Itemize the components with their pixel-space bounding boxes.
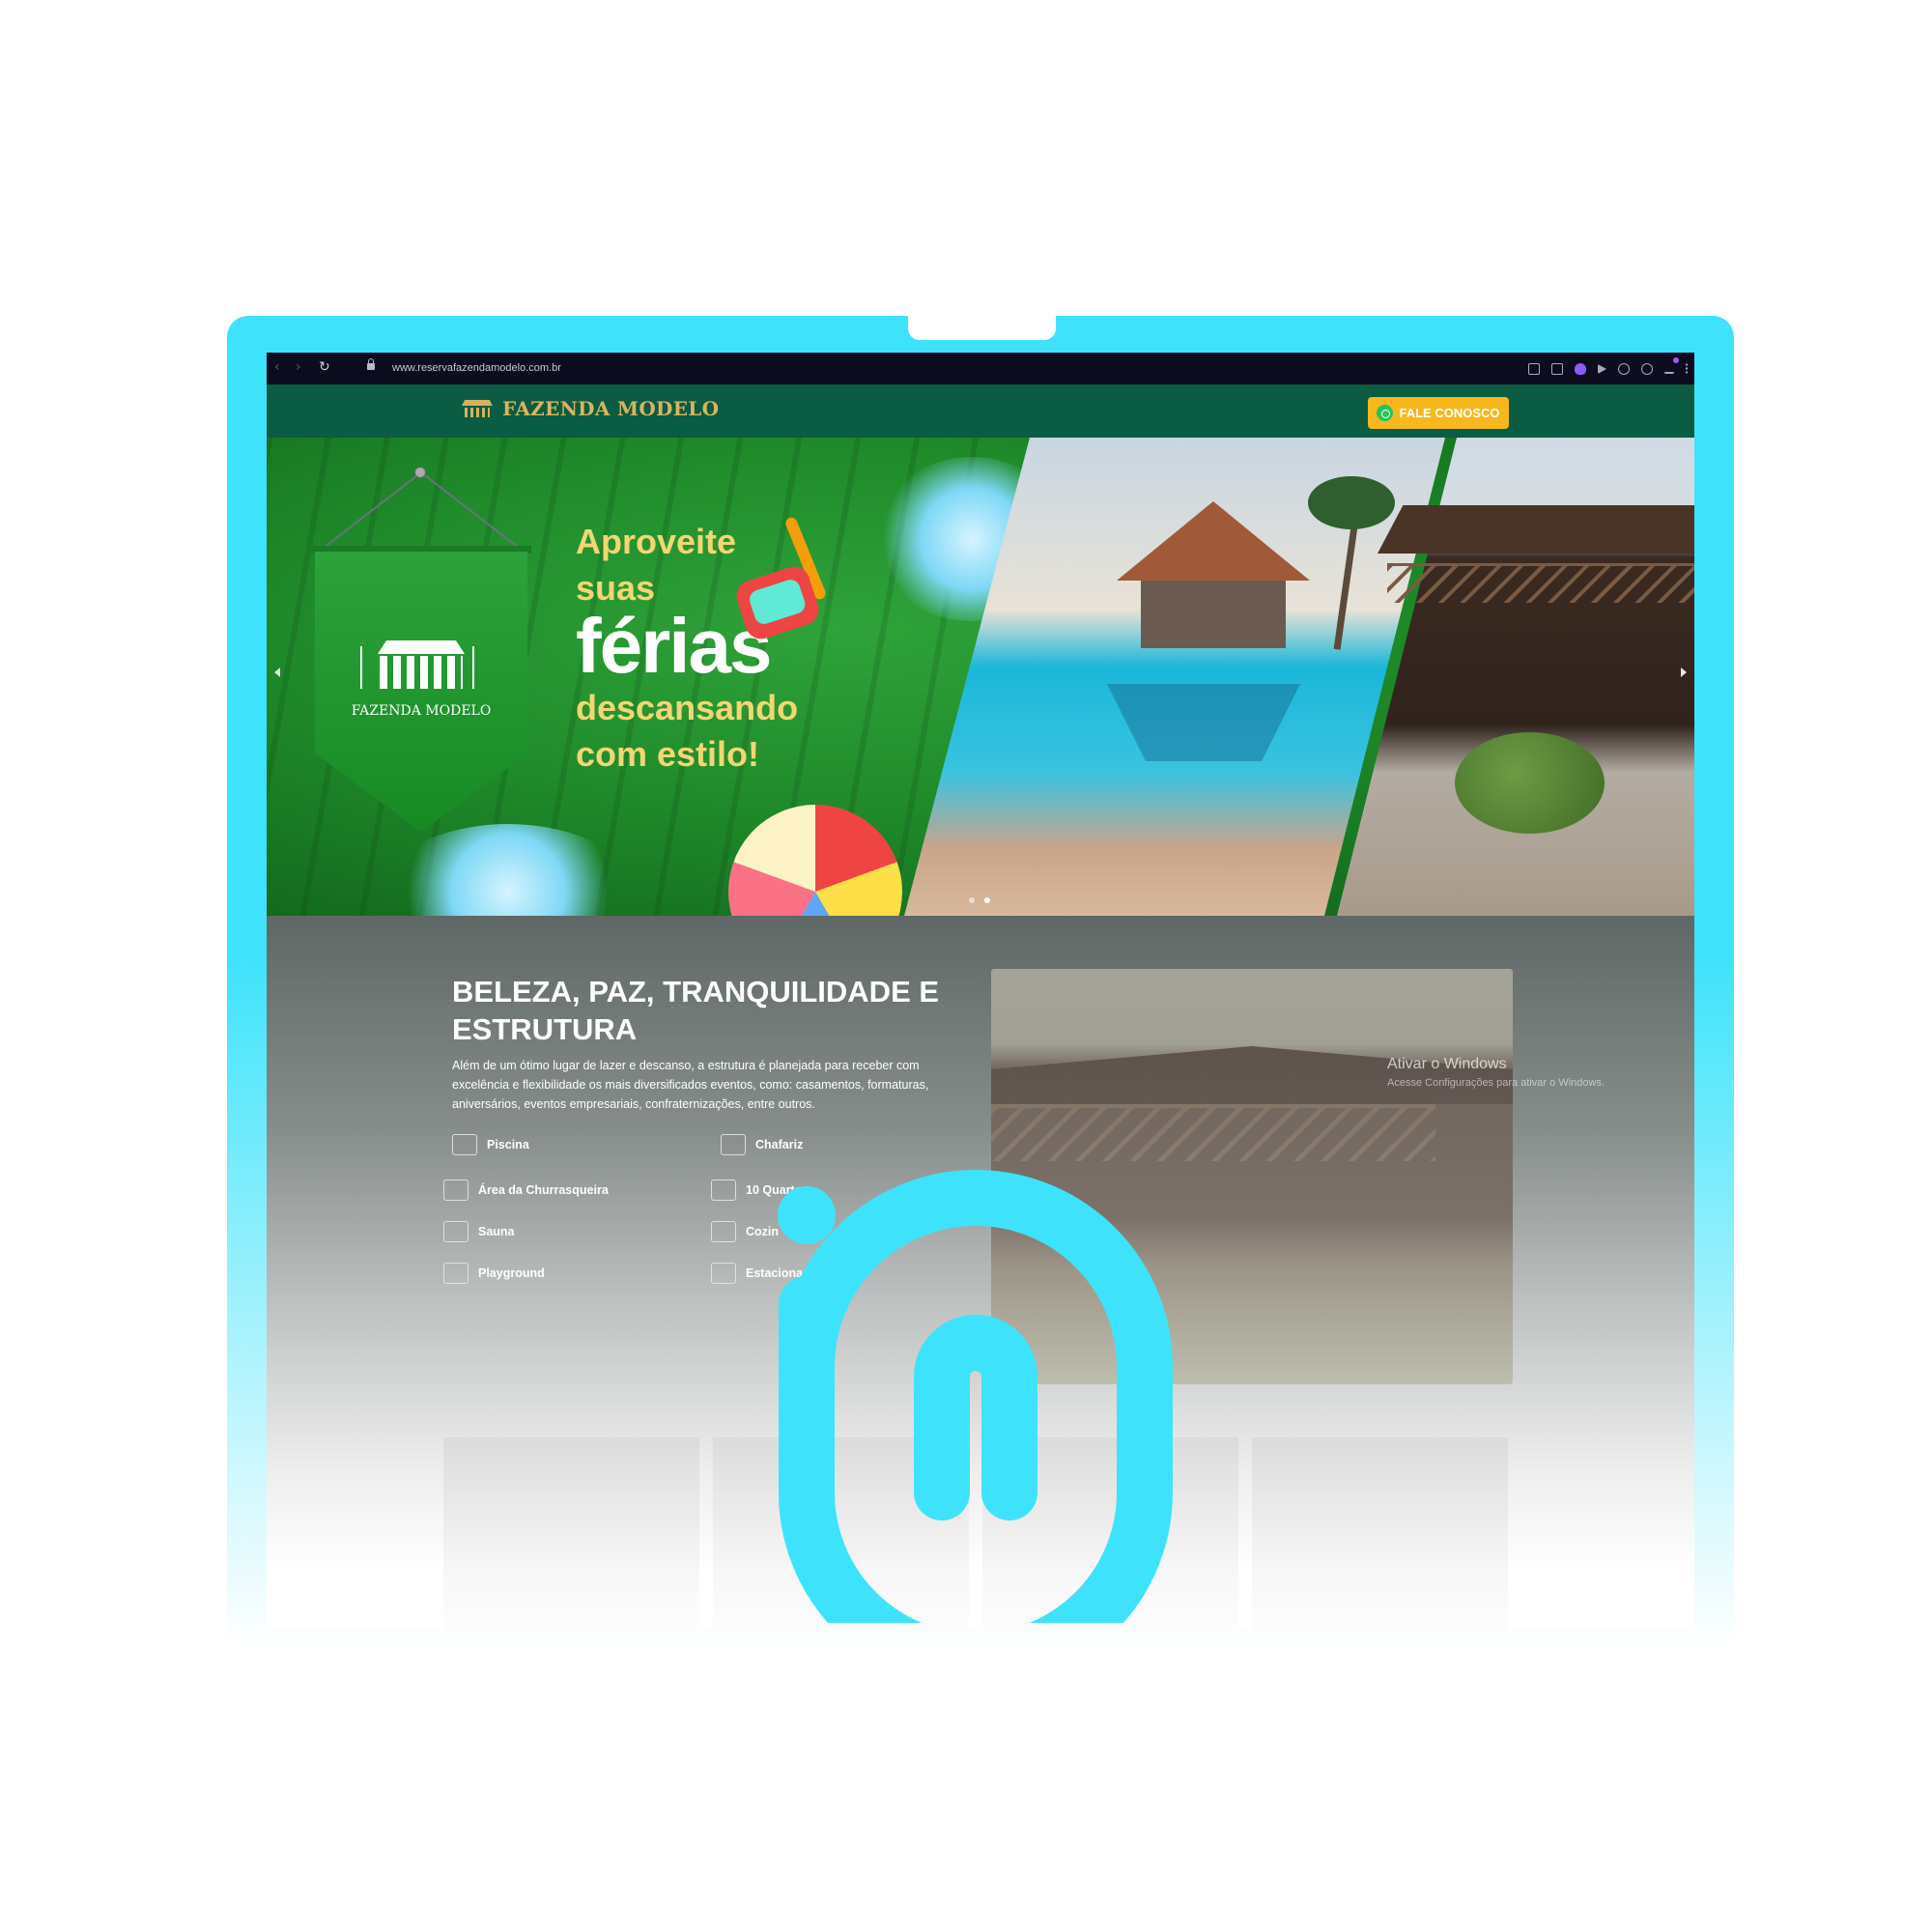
slider-prev-icon[interactable] <box>274 668 280 677</box>
sauna-icon <box>443 1221 469 1242</box>
slider-next-icon[interactable] <box>1681 668 1687 677</box>
feature-label: Playground <box>478 1266 545 1280</box>
camera-icon[interactable] <box>1551 362 1563 375</box>
shield-icon[interactable] <box>1575 362 1586 375</box>
pennant-pin <box>414 467 426 478</box>
lock-icon <box>367 358 375 370</box>
feature-item: Chafariz <box>721 1134 803 1155</box>
pennant-text: FAZENDA MODELO <box>351 703 492 719</box>
section-text: Além de um ótimo lugar de lazer e descan… <box>452 1059 929 1111</box>
garden-bush <box>1455 732 1605 834</box>
forward-icon[interactable]: › <box>296 359 301 375</box>
hero-slider: FAZENDA MODELO Aproveite suas férias des… <box>267 438 1694 916</box>
browser-toolbar: ‹ › ↻ www.reservafazendamodelo.com.br <box>267 353 1694 384</box>
slider-dots <box>969 897 990 903</box>
feature-label: Chafariz <box>755 1138 804 1151</box>
back-icon[interactable]: ‹ <box>274 359 280 375</box>
playground-icon <box>443 1263 469 1284</box>
section-title: BELEZA, PAZ, TRANQUILIDADE E ESTRUTURA <box>452 975 940 1046</box>
bed-icon <box>711 1179 736 1201</box>
feature-item: Área da Churrasqueira <box>443 1179 609 1201</box>
heart-icon[interactable] <box>1618 362 1630 375</box>
farmhouse-icon <box>358 640 484 694</box>
feature-item: Cozin <box>711 1221 779 1242</box>
brand-logo-icon <box>778 1170 1173 1623</box>
tagline-line-5: com estilo! <box>576 734 760 774</box>
site-header: FAZENDA MODELO FALE CONOSCO <box>267 384 1694 438</box>
tagline-line-1: Aproveite <box>576 522 737 561</box>
farmhouse-logo-icon <box>460 398 495 419</box>
menu-icon[interactable] <box>1686 363 1690 374</box>
download-icon[interactable] <box>1664 357 1679 374</box>
whatsapp-icon <box>1377 405 1394 421</box>
address-bar[interactable]: www.reservafazendamodelo.com.br <box>392 362 561 374</box>
contact-button-label: FALE CONOSCO <box>1399 406 1500 420</box>
device-notch <box>908 311 1056 340</box>
palm-tree-leaves <box>1308 476 1395 529</box>
parking-icon <box>711 1263 736 1284</box>
gallery-thumb[interactable] <box>443 1437 699 1628</box>
lodge-balcony <box>1387 563 1694 603</box>
slider-dot-2[interactable] <box>984 897 990 903</box>
fountain-icon <box>721 1134 746 1155</box>
send-icon[interactable] <box>1598 363 1606 374</box>
tagline-line-4: descansando <box>576 688 799 727</box>
feature-item: Sauna <box>443 1221 515 1242</box>
kitchen-icon <box>711 1221 736 1242</box>
windows-watermark-title: Ativar o Windows <box>1387 1056 1507 1072</box>
profile-icon[interactable] <box>1641 362 1653 375</box>
pennant-strings <box>318 471 525 553</box>
lodge-roof <box>1378 505 1694 554</box>
windows-watermark-subtitle: Acesse Configurações para ativar o Windo… <box>1387 1077 1605 1089</box>
slider-dot-1[interactable] <box>969 897 975 903</box>
gallery-thumb[interactable] <box>1252 1437 1508 1628</box>
feature-item: Piscina <box>452 1134 529 1155</box>
feature-label: Área da Churrasqueira <box>478 1183 609 1197</box>
hero-tagline: Aproveite suas férias descansando com es… <box>576 525 798 772</box>
feature-label: Piscina <box>487 1138 529 1151</box>
browser-tools <box>1528 353 1694 384</box>
feature-label: Sauna <box>478 1225 515 1238</box>
grill-icon <box>443 1179 469 1201</box>
share-icon[interactable] <box>1528 362 1540 375</box>
contact-button[interactable]: FALE CONOSCO <box>1368 397 1509 429</box>
reload-icon[interactable]: ↻ <box>319 359 330 375</box>
site-logo[interactable]: FAZENDA MODELO <box>460 397 719 420</box>
pool-icon <box>452 1134 477 1155</box>
feature-item: Playground <box>443 1263 545 1284</box>
logo-text: FAZENDA MODELO <box>502 397 720 420</box>
gazebo-body <box>1141 581 1286 648</box>
